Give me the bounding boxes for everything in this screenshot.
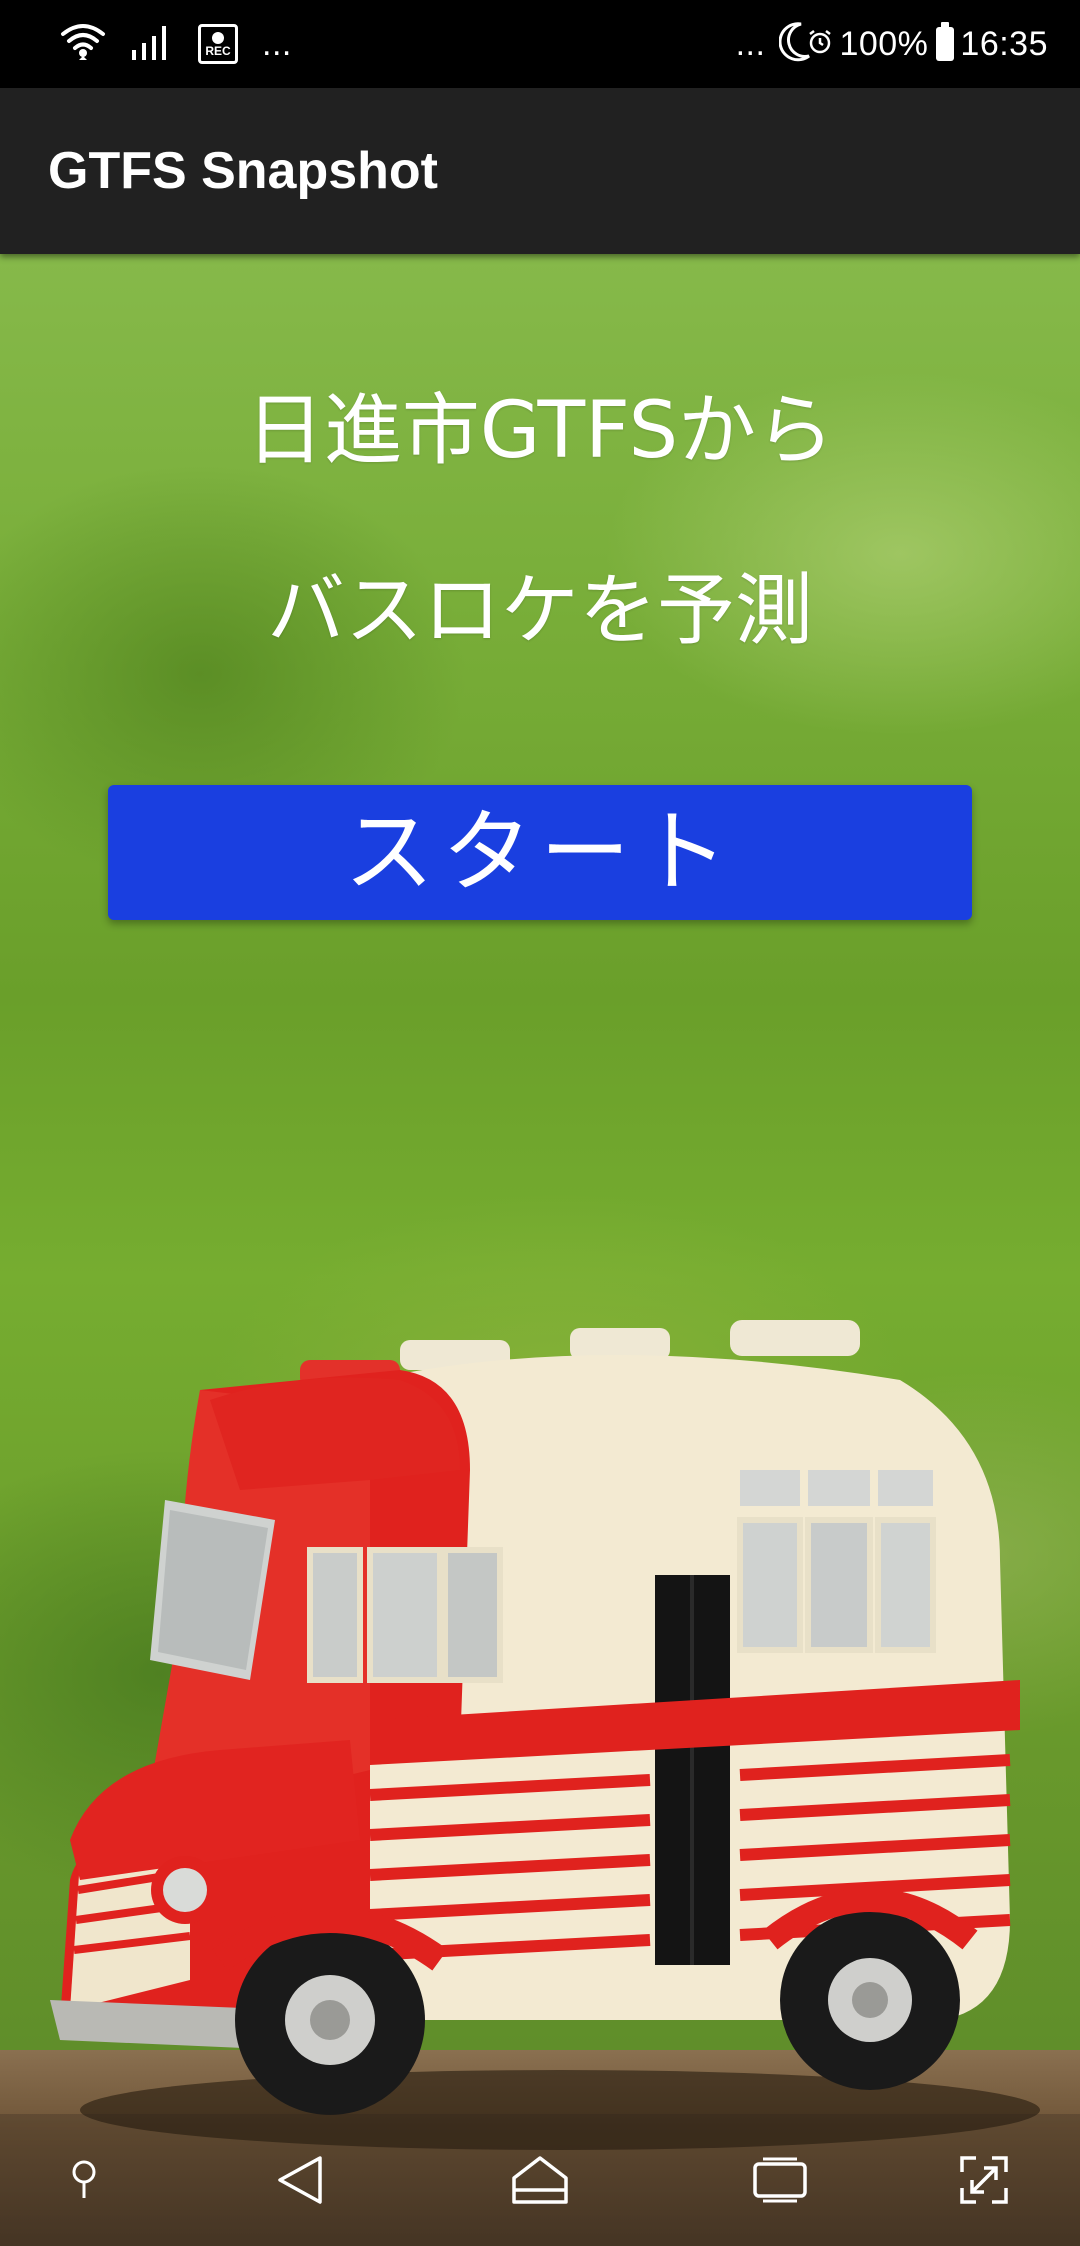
rec-label: REC (205, 44, 231, 58)
signal-icon (130, 22, 174, 66)
app-screen: REC ... ... 100% 16:35 GTFS Snapshot 日進市… (0, 0, 1080, 2246)
notification-overflow: ... (262, 24, 292, 63)
status-bar-right: ... 100% 16:35 (736, 0, 1048, 88)
app-title: GTFS Snapshot (48, 142, 438, 200)
back-icon[interactable] (240, 2114, 360, 2246)
start-button[interactable]: スタート (108, 785, 972, 920)
status-bar: REC ... ... 100% 16:35 (0, 0, 1080, 88)
wifi-icon (60, 20, 106, 68)
status-time: 16:35 (960, 24, 1048, 63)
battery-icon (936, 22, 955, 61)
toy-bus-image (50, 1320, 1040, 2150)
screenshot-expand-icon[interactable] (924, 2114, 1044, 2246)
battery-percent: 100% (839, 24, 929, 63)
status-overflow: ... (735, 24, 766, 63)
navigation-bar (0, 2114, 1080, 2246)
alarm-icon (807, 29, 833, 59)
screen-record-icon: REC (198, 24, 238, 64)
recents-icon[interactable] (720, 2114, 840, 2246)
home-icon[interactable] (480, 2114, 600, 2246)
app-bar: GTFS Snapshot (0, 88, 1080, 254)
status-bar-left: REC ... (60, 0, 292, 88)
pin-icon[interactable] (24, 2114, 144, 2246)
headline-line-1: 日進市GTFSから (245, 386, 835, 476)
headline-line-2: バスロケを予測 (266, 566, 813, 656)
